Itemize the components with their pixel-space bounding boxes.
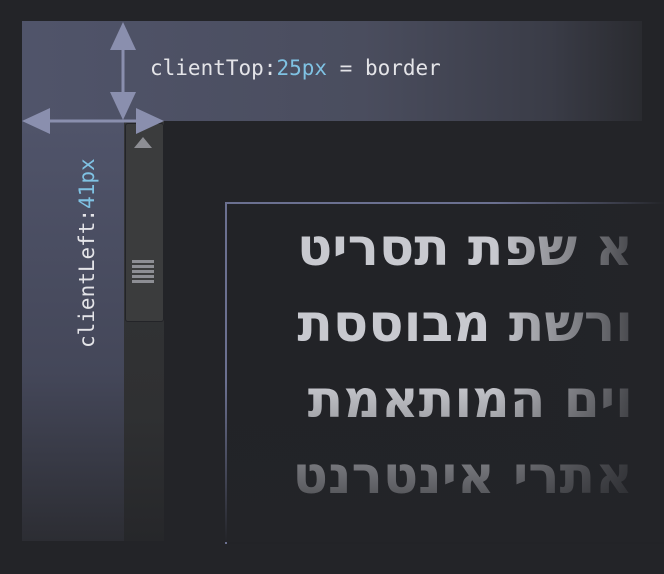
client-left-arrow-head-left bbox=[22, 108, 50, 134]
diagram-canvas: א שפת תסריט ורשת מבוססת וים המותאמת אתרי… bbox=[0, 0, 664, 574]
client-top-value: 25px bbox=[276, 56, 328, 80]
client-left-name: clientLeft: bbox=[75, 208, 99, 348]
client-top-name: clientTop: bbox=[150, 56, 277, 80]
client-left-label: clientLeft:41px bbox=[75, 158, 99, 348]
measurement-arrows bbox=[22, 22, 164, 134]
client-top-arrow-head-down bbox=[110, 92, 136, 120]
client-left-arrow-head-right bbox=[136, 108, 164, 134]
client-top-label: clientTop:25px = border bbox=[150, 56, 441, 80]
client-left-value: 41px bbox=[75, 158, 99, 209]
client-top-arrow-head-up bbox=[110, 22, 136, 50]
client-top-suffix: = border bbox=[327, 56, 441, 80]
